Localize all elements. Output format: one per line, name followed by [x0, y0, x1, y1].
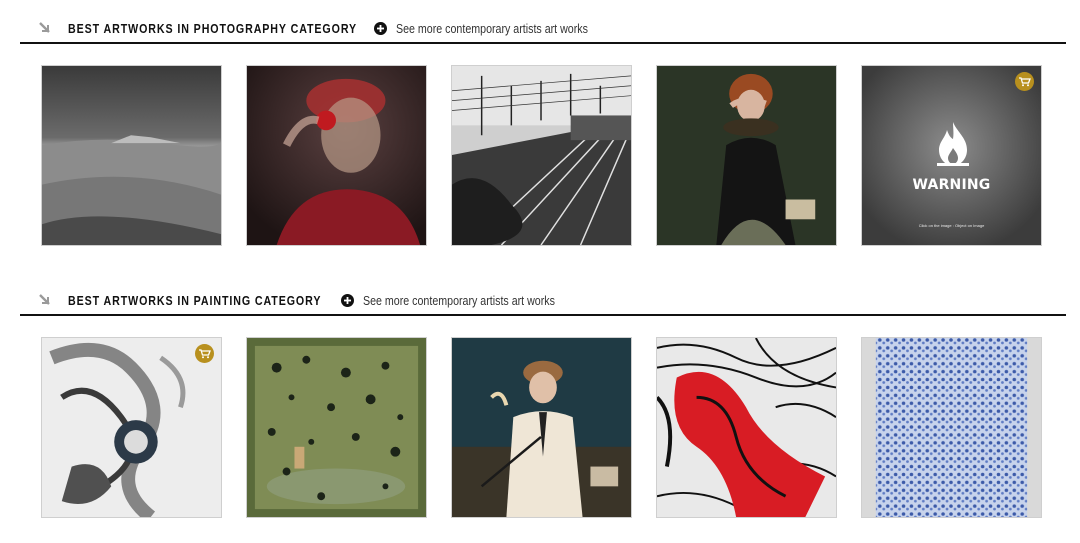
cart-icon[interactable]: [195, 344, 214, 363]
warning-label: WARNING: [912, 177, 991, 193]
artwork-image: [247, 66, 426, 245]
artwork-grid: [0, 337, 1080, 520]
artwork-thumbnail[interactable]: [451, 65, 632, 246]
see-more-label: See more contemporary artists art works: [363, 293, 556, 308]
see-more-link[interactable]: See more contemporary artists art works: [374, 21, 631, 39]
artwork-image: [247, 338, 426, 517]
artwork-grid: WARNING Click on the image : Object on I…: [0, 65, 1080, 248]
section-title: BEST ARTWORKS IN PHOTOGRAPHY CATEGORY: [68, 21, 358, 36]
plus-circle-icon: [374, 22, 387, 35]
arrow-down-right-icon: [39, 22, 50, 33]
artwork-thumbnail[interactable]: WARNING Click on the image : Object on I…: [861, 65, 1042, 246]
artwork-thumbnail[interactable]: [246, 65, 427, 246]
section-painting: BEST ARTWORKS IN PAINTING CATEGORY See m…: [0, 292, 1080, 522]
artwork-image: [452, 66, 631, 245]
artwork-image: [862, 338, 1041, 517]
artwork-thumbnail[interactable]: [41, 337, 222, 518]
artwork-image: [657, 66, 836, 245]
artwork-thumbnail[interactable]: [861, 337, 1042, 518]
artwork-image: [42, 66, 221, 245]
warning-subtext: Click on the image : Object on Image: [918, 223, 985, 228]
artwork-thumbnail[interactable]: [656, 65, 837, 246]
section-title: BEST ARTWORKS IN PAINTING CATEGORY: [68, 293, 322, 308]
artwork-image: [452, 338, 631, 517]
see-more-label: See more contemporary artists art works: [396, 21, 589, 36]
arrow-down-right-icon: [39, 294, 50, 305]
artwork-image: [657, 338, 836, 517]
flame-icon: [937, 122, 969, 166]
section-header: BEST ARTWORKS IN PAINTING CATEGORY See m…: [20, 292, 1066, 316]
plus-circle-icon: [341, 294, 354, 307]
artwork-thumbnail[interactable]: [246, 337, 427, 518]
artwork-image: [42, 338, 221, 517]
cart-icon[interactable]: [1015, 72, 1034, 91]
section-photography: BEST ARTWORKS IN PHOTOGRAPHY CATEGORY Se…: [0, 20, 1080, 250]
see-more-link[interactable]: See more contemporary artists art works: [341, 293, 598, 311]
artwork-thumbnail[interactable]: [656, 337, 837, 518]
section-header: BEST ARTWORKS IN PHOTOGRAPHY CATEGORY Se…: [20, 20, 1066, 44]
artwork-thumbnail[interactable]: [451, 337, 632, 518]
artwork-thumbnail[interactable]: [41, 65, 222, 246]
